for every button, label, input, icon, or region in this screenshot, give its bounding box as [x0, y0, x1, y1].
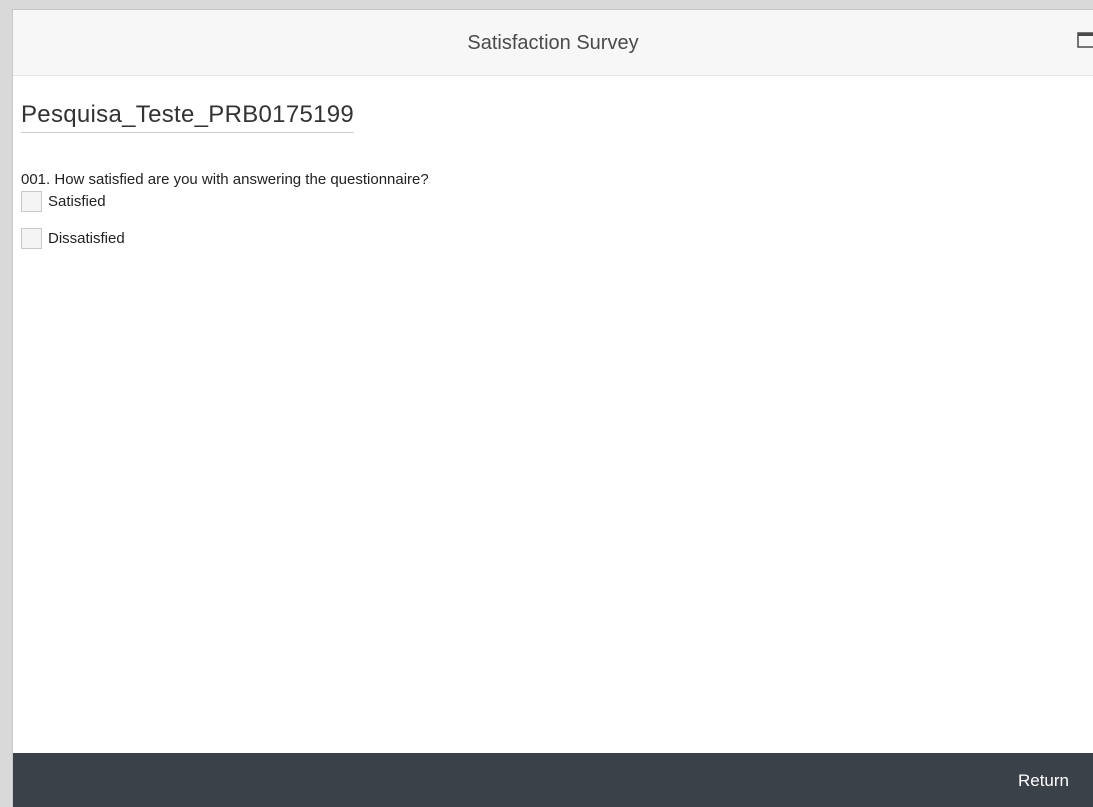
dialog-footer: Return [13, 753, 1093, 807]
survey-title: Pesquisa_Teste_PRB0175199 [21, 101, 355, 133]
return-button[interactable]: Return [1018, 771, 1069, 791]
option-label: Dissatisfied [48, 229, 125, 247]
survey-dialog: Satisfaction Survey Pesquisa_Teste_PRB01… [12, 9, 1093, 807]
dialog-titlebar: Satisfaction Survey [13, 10, 1093, 76]
maximize-window-icon[interactable] [1077, 32, 1093, 48]
satisfied-checkbox[interactable] [21, 190, 42, 212]
dialog-title: Satisfaction Survey [467, 32, 639, 54]
survey-content: Pesquisa_Teste_PRB0175199 001. How satis… [13, 76, 1093, 753]
option-dissatisfied[interactable]: Dissatisfied [21, 226, 1093, 250]
option-label: Satisfied [48, 192, 106, 210]
question-text: 001. How satisfied are you with answerin… [21, 171, 429, 188]
option-satisfied[interactable]: Satisfied [21, 189, 1093, 213]
dissatisfied-checkbox[interactable] [21, 227, 42, 249]
